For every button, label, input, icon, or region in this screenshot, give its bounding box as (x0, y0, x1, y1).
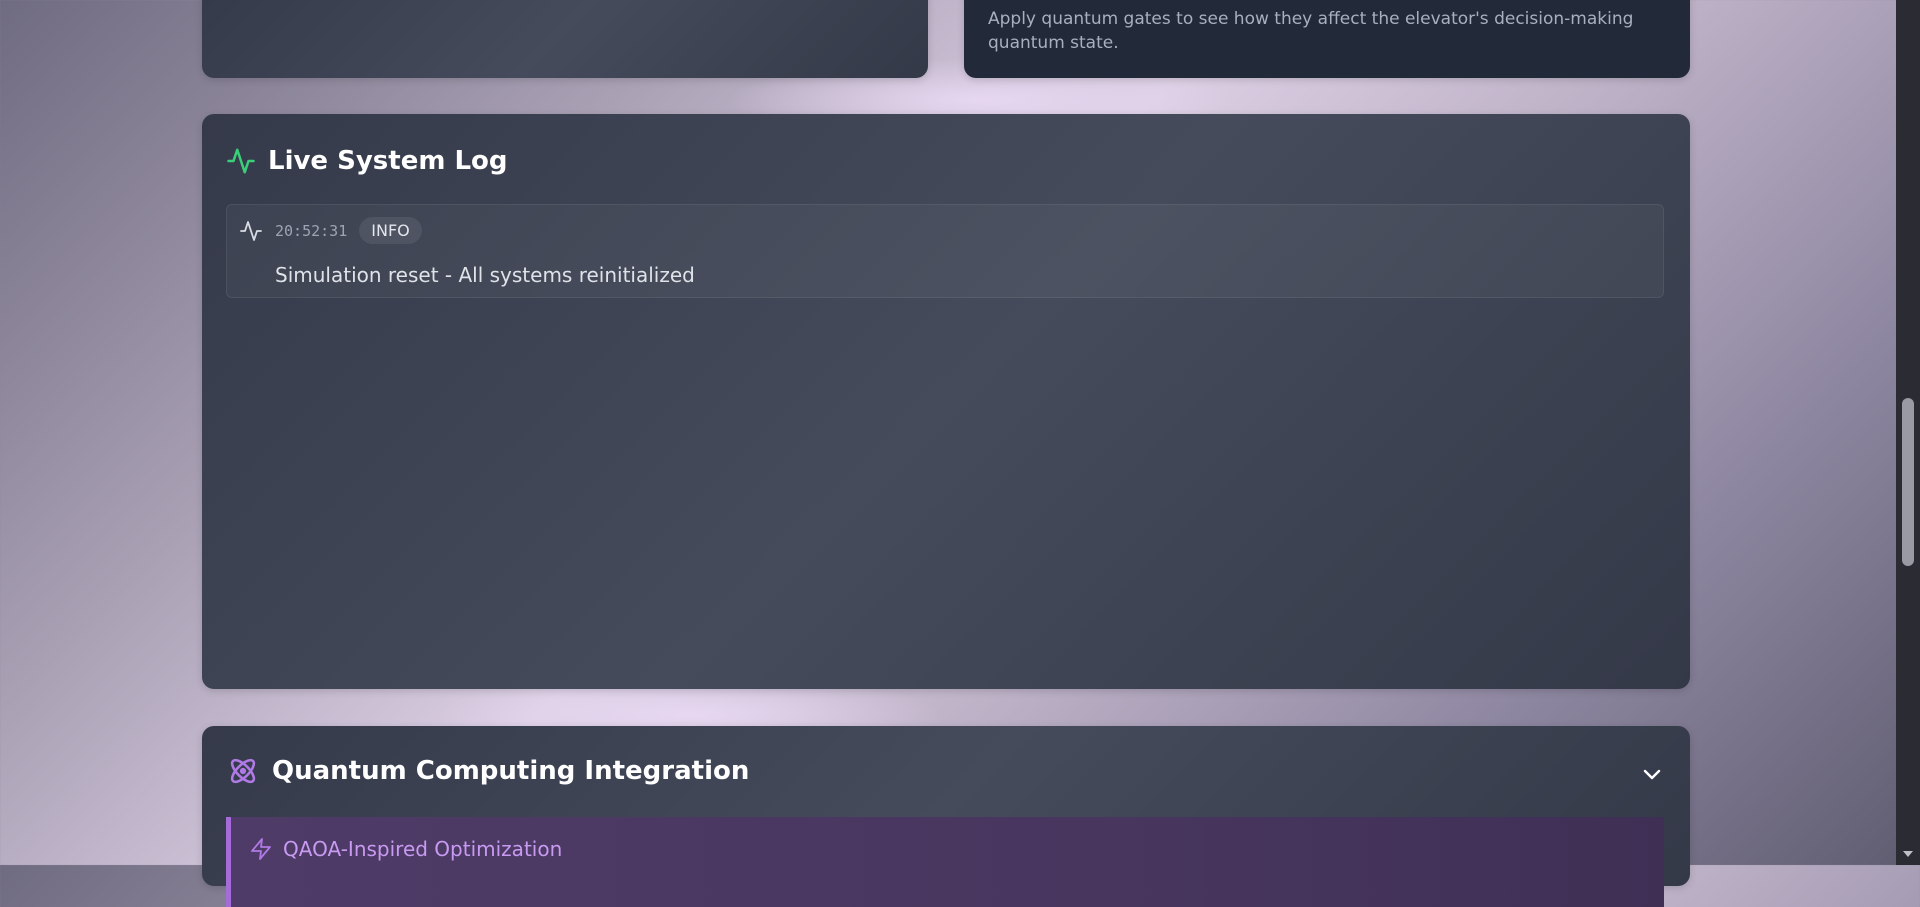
qaoa-section-header: QAOA-Inspired Optimization (249, 837, 562, 861)
zap-icon (249, 837, 273, 861)
quantum-card-header[interactable]: Quantum Computing Integration (226, 754, 749, 788)
qaoa-section-title: QAOA-Inspired Optimization (283, 837, 563, 861)
quantum-gates-description: Apply quantum gates to see how they affe… (988, 9, 1634, 53)
atom-icon (226, 754, 260, 788)
log-entry-message: Simulation reset - All systems reinitial… (275, 263, 695, 287)
log-entry-level-badge: INFO (359, 217, 422, 244)
log-entry: 20:52:31 INFO (239, 217, 422, 244)
scrollbar-thumb[interactable] (1902, 398, 1914, 566)
log-entry-timestamp: 20:52:31 (275, 221, 348, 240)
scroll-down-arrow-icon[interactable] (1902, 844, 1914, 863)
chevron-down-icon[interactable] (1640, 762, 1664, 790)
quantum-gates-card: Apply quantum gates to see how they affe… (964, 0, 1690, 78)
qaoa-section: QAOA-Inspired Optimization (226, 817, 1664, 907)
activity-icon (226, 146, 256, 176)
log-card-title: Live System Log (268, 146, 508, 176)
panel-card-left (202, 0, 928, 78)
page-scrollbar[interactable] (1896, 0, 1920, 865)
quantum-computing-card: Quantum Computing Integration QAOA-Inspi… (202, 726, 1690, 907)
live-system-log-card: Live System Log 20:52:31 INFO Simulation… (202, 114, 1690, 689)
quantum-card-title: Quantum Computing Integration (272, 756, 750, 786)
log-card-header: Live System Log (226, 146, 508, 176)
activity-icon (239, 219, 263, 243)
log-entries-list[interactable]: 20:52:31 INFO Simulation reset - All sys… (226, 204, 1664, 298)
